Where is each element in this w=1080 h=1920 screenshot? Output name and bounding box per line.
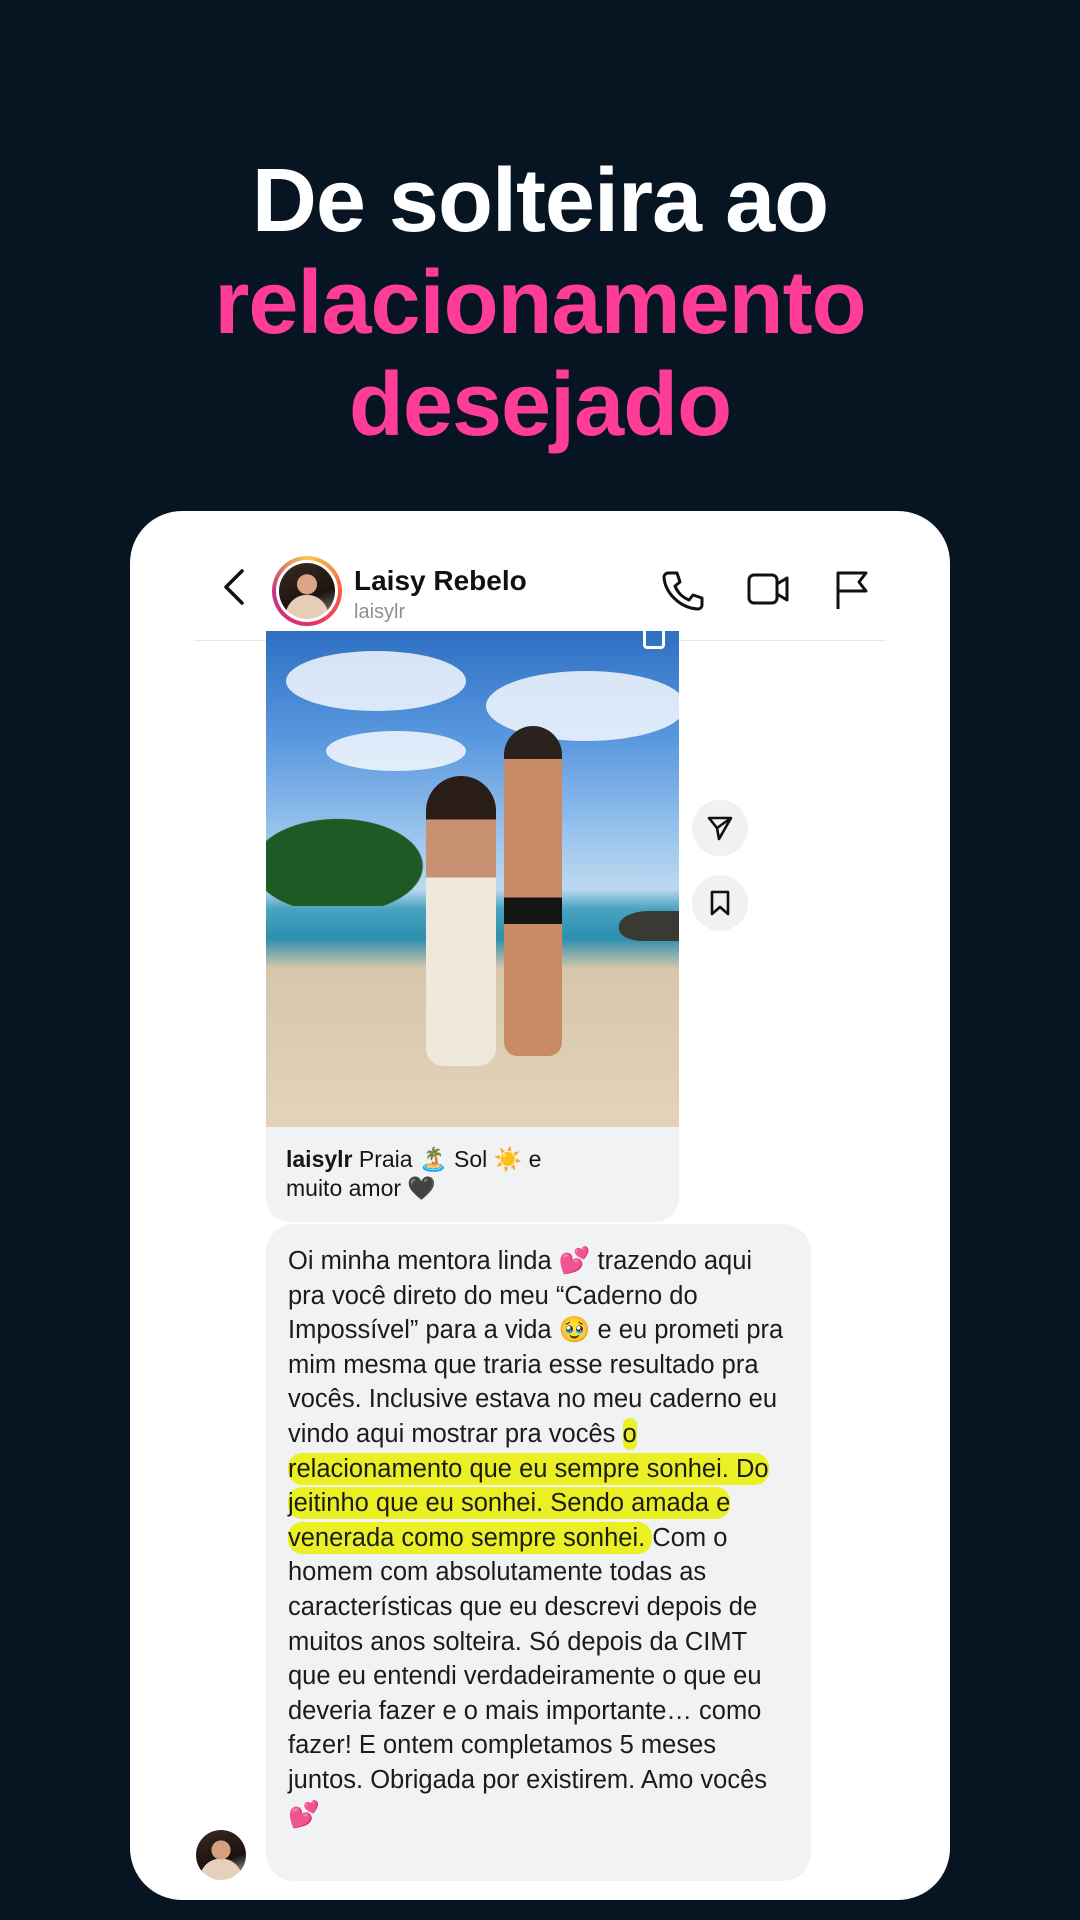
chevron-left-icon — [224, 569, 244, 605]
save-button[interactable] — [692, 875, 748, 931]
message-bubble: Oi minha mentora linda 💕 trazendo aqui p… — [266, 1224, 811, 1881]
back-button[interactable] — [216, 565, 252, 609]
chat-card: Laisy Rebelo laisylr laisylr Praia 🏝️ So… — [130, 511, 950, 1900]
message-part-1: Oi minha mentora linda 💕 trazendo aqui p… — [288, 1247, 784, 1448]
video-call-button[interactable] — [746, 567, 790, 611]
report-button[interactable] — [830, 567, 874, 611]
flag-icon — [836, 571, 868, 609]
video-icon — [747, 573, 789, 605]
phone-icon — [662, 571, 704, 611]
send-icon — [707, 816, 733, 841]
share-button[interactable] — [692, 800, 748, 856]
bookmark-icon — [710, 890, 730, 916]
headline: De solteira ao relacionamento desejado — [0, 150, 1080, 456]
caption-username: laisylr — [286, 1146, 353, 1172]
post-caption: laisylr Praia 🏝️ Sol ☀️ e muito amor 🖤 — [266, 1127, 679, 1222]
contact-handle: laisylr — [354, 601, 406, 623]
caption-text-2: muito amor 🖤 — [286, 1175, 437, 1201]
headline-line-3: desejado — [348, 355, 732, 455]
message-part-2: Com o homem com absolutamente todas as c… — [288, 1523, 768, 1829]
caption-text-1: Praia 🏝️ Sol ☀️ e — [352, 1146, 542, 1172]
profile-avatar[interactable] — [272, 556, 342, 626]
sender-avatar[interactable] — [196, 1830, 246, 1880]
call-button[interactable] — [660, 567, 704, 611]
headline-line-1: De solteira ao — [251, 151, 829, 251]
chat-header: Laisy Rebelo laisylr — [194, 537, 886, 641]
headline-line-2: relacionamento — [214, 253, 866, 353]
contact-name[interactable]: Laisy Rebelo — [354, 565, 527, 597]
carousel-icon — [643, 631, 665, 649]
message-text: Oi minha mentora linda 💕 trazendo aqui p… — [288, 1244, 789, 1832]
shared-post-image[interactable] — [266, 631, 679, 1127]
